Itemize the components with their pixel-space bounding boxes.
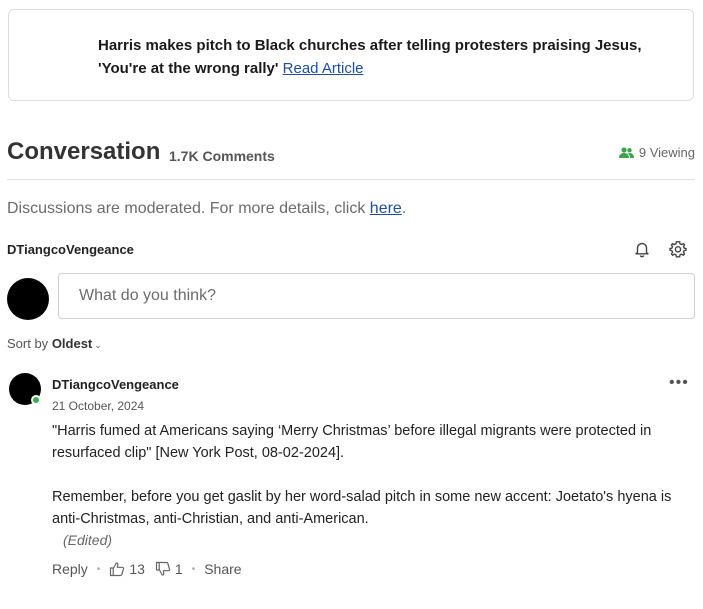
comment-count: 1.7K Comments [169, 148, 275, 164]
viewing-indicator: 9 Viewing [618, 145, 695, 160]
chevron-down-icon: ⌄ [94, 340, 102, 350]
moderation-text: Discussions are moderated. For more deta… [7, 200, 370, 217]
share-label: Share [204, 561, 242, 577]
comment-actions: Reply • 13 1 • Share [52, 560, 242, 578]
current-user-row: DTiangcoVengeance [7, 240, 695, 260]
gear-icon[interactable] [669, 240, 687, 258]
moderation-notice: Discussions are moderated. For more deta… [7, 200, 406, 218]
sort-label: Sort by [7, 336, 49, 351]
divider [7, 179, 695, 180]
reply-label: Reply [52, 561, 88, 577]
share-button[interactable]: Share [204, 561, 241, 577]
current-username: DTiangcoVengeance [7, 242, 134, 257]
sort-dropdown[interactable]: Sort by Oldest ⌄ [7, 336, 102, 351]
moderation-suffix: . [401, 200, 407, 217]
comment-author[interactable]: DTiangcoVengeance [52, 377, 179, 392]
like-button[interactable]: 13 [109, 561, 145, 577]
viewing-count: 9 Viewing [638, 145, 695, 160]
conversation-header: Conversation 1.7K Comments 9 Viewing [7, 138, 695, 168]
sort-value: Oldest [51, 336, 93, 351]
like-count: 13 [129, 561, 145, 577]
separator-dot: • [96, 563, 101, 575]
dislike-count: 1 [174, 561, 183, 577]
moderation-details-link[interactable]: here [370, 200, 402, 217]
article-title: Harris makes pitch to Black churches aft… [98, 37, 642, 77]
comment-paragraph: "Harris fumed at Americans saying ‘Merry… [52, 423, 652, 461]
online-status-indicator [31, 395, 41, 405]
comment-body: "Harris fumed at Americans saying ‘Merry… [52, 420, 692, 530]
more-options-icon[interactable]: ••• [669, 374, 689, 392]
comment-date: 21 October, 2024 [52, 399, 145, 413]
thumbs-down-icon [155, 561, 171, 576]
article-card: Harris makes pitch to Black churches aft… [8, 9, 694, 101]
users-icon [618, 146, 634, 158]
dislike-button[interactable]: 1 [155, 561, 183, 577]
article-headline-block: Harris makes pitch to Black churches aft… [98, 34, 678, 80]
read-article-link[interactable]: Read Article [283, 60, 364, 77]
bell-icon[interactable] [633, 240, 651, 258]
comment-paragraph: Remember, before you get gaslit by her w… [52, 489, 672, 527]
reply-button[interactable]: Reply [52, 561, 88, 577]
edited-label: (Edited) [63, 532, 113, 548]
comment-input[interactable] [58, 273, 695, 319]
conversation-title: Conversation [7, 138, 161, 165]
separator-dot: • [191, 563, 196, 575]
composer-avatar [7, 278, 49, 320]
thumbs-up-icon [110, 562, 125, 577]
